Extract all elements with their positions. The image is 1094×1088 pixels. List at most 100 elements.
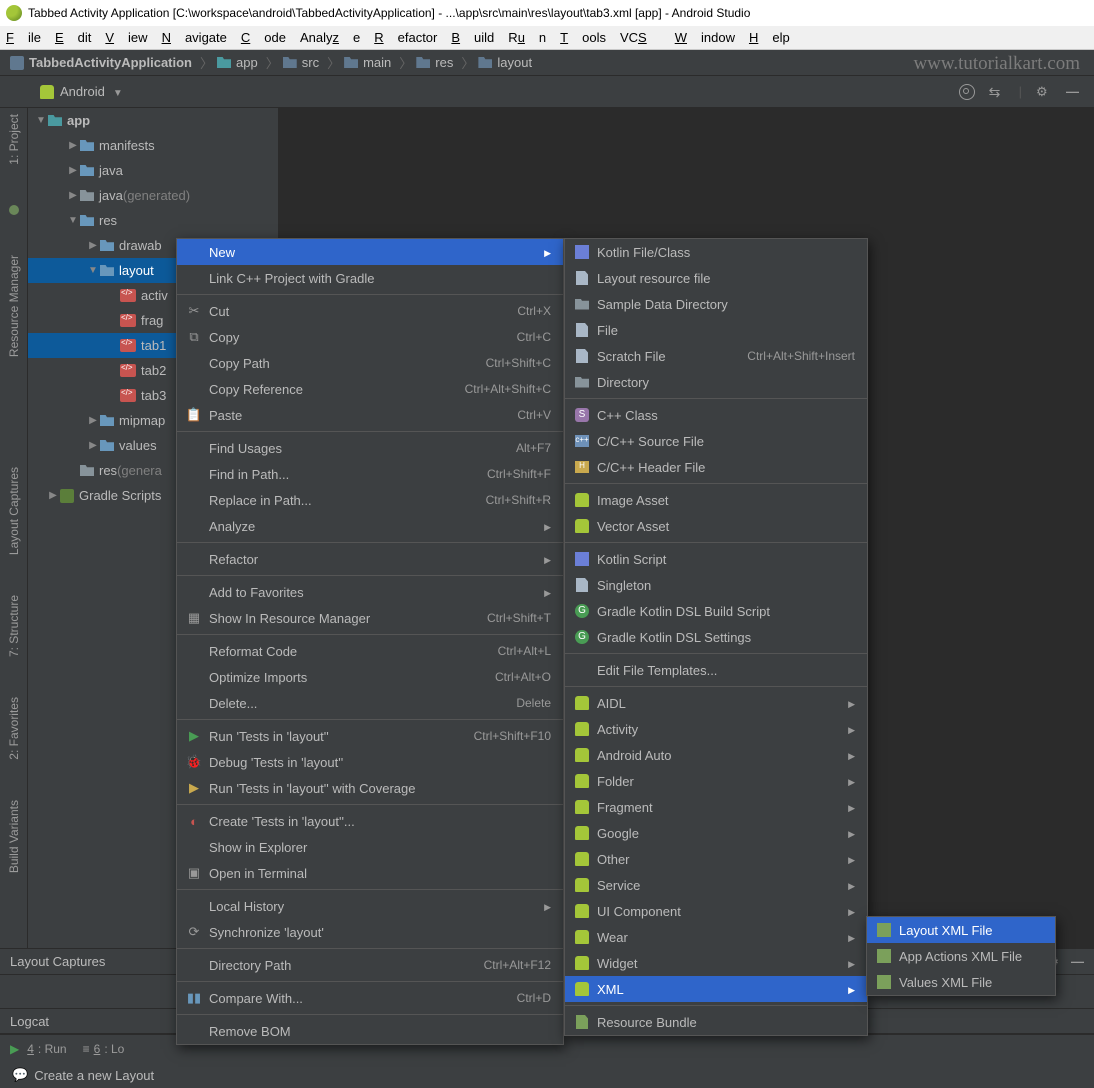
crumb-src[interactable]: src: [283, 55, 319, 70]
menu-item[interactable]: c++C/C++ Source File: [565, 428, 867, 454]
menu-item[interactable]: ▦Show In Resource ManagerCtrl+Shift+T: [177, 605, 563, 631]
tree-item[interactable]: manifests: [28, 133, 278, 158]
menu-item[interactable]: Widget: [565, 950, 867, 976]
minimize-icon[interactable]: —: [1071, 954, 1084, 970]
menu-item[interactable]: Google: [565, 820, 867, 846]
menu-item[interactable]: Reformat CodeCtrl+Alt+L: [177, 638, 563, 664]
menu-item[interactable]: Folder: [565, 768, 867, 794]
menu-item[interactable]: Image Asset: [565, 487, 867, 513]
tree-root[interactable]: app: [28, 108, 278, 133]
menu-item[interactable]: Optimize ImportsCtrl+Alt+O: [177, 664, 563, 690]
menu-item[interactable]: Link C++ Project with Gradle: [177, 265, 563, 291]
minimize-icon[interactable]: —: [1066, 84, 1082, 100]
crumb-main[interactable]: main: [344, 55, 391, 70]
crumb-project[interactable]: TabbedActivityApplication: [10, 55, 192, 70]
menu-item[interactable]: ⧉CopyCtrl+C: [177, 324, 563, 350]
tab-layout-captures[interactable]: Layout Captures: [7, 467, 21, 555]
menu-item[interactable]: Refactor: [177, 546, 563, 572]
gear-icon[interactable]: ⚙: [1036, 84, 1052, 100]
menu-item[interactable]: Android Auto: [565, 742, 867, 768]
menu-analyze[interactable]: Analyze: [300, 30, 360, 45]
menu-code[interactable]: Code: [241, 30, 286, 45]
menu-item[interactable]: Directory PathCtrl+Alt+F12: [177, 952, 563, 978]
menu-item[interactable]: Edit File Templates...: [565, 657, 867, 683]
menu-item[interactable]: Fragment: [565, 794, 867, 820]
menu-item[interactable]: Wear: [565, 924, 867, 950]
menu-item[interactable]: ◐Create 'Tests in 'layout''...: [177, 808, 563, 834]
menu-item[interactable]: UI Component: [565, 898, 867, 924]
menu-item[interactable]: File: [565, 317, 867, 343]
menu-item[interactable]: Replace in Path...Ctrl+Shift+R: [177, 487, 563, 513]
menu-item[interactable]: Kotlin File/Class: [565, 239, 867, 265]
scope-dropdown[interactable]: Android▼: [60, 84, 123, 99]
menu-item[interactable]: Vector Asset: [565, 513, 867, 539]
menu-item[interactable]: ✂CutCtrl+X: [177, 298, 563, 324]
tab-favorites[interactable]: 2: Favorites: [7, 697, 21, 760]
menu-help[interactable]: Help: [749, 30, 790, 45]
menu-item[interactable]: Scratch FileCtrl+Alt+Shift+Insert: [565, 343, 867, 369]
cpp-icon: c++: [573, 435, 591, 447]
menu-view[interactable]: View: [105, 30, 147, 45]
menu-item[interactable]: Find UsagesAlt+F7: [177, 435, 563, 461]
menu-item[interactable]: AIDL: [565, 690, 867, 716]
tab-build-variants[interactable]: Build Variants: [7, 800, 21, 873]
tab-project[interactable]: 1: Project: [7, 114, 21, 165]
menu-item[interactable]: ⟳Synchronize 'layout': [177, 919, 563, 945]
menu-item[interactable]: SC++ Class: [565, 402, 867, 428]
menu-item[interactable]: ▶Run 'Tests in 'layout'' with Coverage: [177, 775, 563, 801]
menu-item[interactable]: Delete...Delete: [177, 690, 563, 716]
menu-edit[interactable]: Edit: [55, 30, 91, 45]
tab-resource-manager[interactable]: Resource Manager: [7, 255, 21, 357]
menu-build[interactable]: Build: [451, 30, 494, 45]
tab-logcat[interactable]: ≡ 6: Lo: [83, 1042, 125, 1056]
crumb-layout[interactable]: layout: [478, 55, 532, 70]
menu-item[interactable]: Add to Favorites: [177, 579, 563, 605]
menu-item[interactable]: Remove BOM: [177, 1018, 563, 1044]
tree-item[interactable]: res: [28, 208, 278, 233]
menu-item[interactable]: ▣Open in Terminal: [177, 860, 563, 886]
menu-item[interactable]: Layout XML File: [867, 917, 1055, 943]
menu-item[interactable]: Copy ReferenceCtrl+Alt+Shift+C: [177, 376, 563, 402]
menu-run[interactable]: Run: [508, 30, 546, 45]
menu-file[interactable]: File: [6, 30, 41, 45]
tab-run[interactable]: ▶4: Run: [10, 1042, 67, 1056]
menu-item[interactable]: Service: [565, 872, 867, 898]
menu-item[interactable]: 🐞Debug 'Tests in 'layout'': [177, 749, 563, 775]
tree-item[interactable]: java: [28, 158, 278, 183]
tree-item[interactable]: java (generated): [28, 183, 278, 208]
crumb-res[interactable]: res: [416, 55, 453, 70]
menu-item[interactable]: HC/C++ Header File: [565, 454, 867, 480]
menu-item[interactable]: Copy PathCtrl+Shift+C: [177, 350, 563, 376]
menu-item[interactable]: ▮▮Compare With...Ctrl+D: [177, 985, 563, 1011]
menu-item[interactable]: Activity: [565, 716, 867, 742]
menu-item[interactable]: Directory: [565, 369, 867, 395]
crumb-app[interactable]: app: [217, 55, 258, 70]
menu-item[interactable]: 📋PasteCtrl+V: [177, 402, 563, 428]
menu-item[interactable]: Analyze: [177, 513, 563, 539]
menu-vcs[interactable]: VCS: [620, 30, 661, 45]
menu-item[interactable]: Find in Path...Ctrl+Shift+F: [177, 461, 563, 487]
menu-item[interactable]: App Actions XML File: [867, 943, 1055, 969]
collapse-icon[interactable]: ⇆: [989, 84, 1005, 100]
tab-structure[interactable]: 7: Structure: [7, 595, 21, 657]
menu-navigate[interactable]: Navigate: [162, 30, 227, 45]
menu-tools[interactable]: Tools: [560, 30, 606, 45]
menu-window[interactable]: Window: [675, 30, 735, 45]
menu-item[interactable]: Sample Data Directory: [565, 291, 867, 317]
menu-refactor[interactable]: Refactor: [374, 30, 437, 45]
menu-item[interactable]: New: [177, 239, 563, 265]
menu-item[interactable]: Values XML File: [867, 969, 1055, 995]
menu-item[interactable]: XML: [565, 976, 867, 1002]
menu-item[interactable]: Show in Explorer: [177, 834, 563, 860]
menu-item[interactable]: GGradle Kotlin DSL Settings: [565, 624, 867, 650]
menu-item[interactable]: Resource Bundle: [565, 1009, 867, 1035]
menu-item[interactable]: Layout resource file: [565, 265, 867, 291]
target-icon[interactable]: [959, 84, 975, 100]
menu-separator: [177, 542, 563, 543]
menu-item[interactable]: Kotlin Script: [565, 546, 867, 572]
menu-item[interactable]: Local History: [177, 893, 563, 919]
menu-item[interactable]: Singleton: [565, 572, 867, 598]
menu-item[interactable]: Other: [565, 846, 867, 872]
menu-item[interactable]: ▶Run 'Tests in 'layout''Ctrl+Shift+F10: [177, 723, 563, 749]
menu-item[interactable]: GGradle Kotlin DSL Build Script: [565, 598, 867, 624]
